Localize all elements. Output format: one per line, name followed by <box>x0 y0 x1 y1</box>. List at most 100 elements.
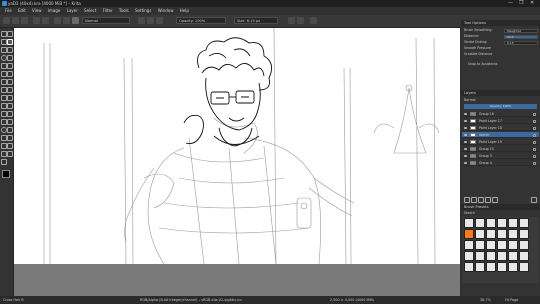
brush-preset-item[interactable] <box>475 229 485 239</box>
preserve-alpha-icon[interactable] <box>147 17 154 24</box>
polygon-tool-icon[interactable] <box>7 55 13 61</box>
lock-icon[interactable] <box>533 126 536 130</box>
opacity-slider[interactable]: Opacity: 100% <box>176 17 226 24</box>
bezier-tool-icon[interactable] <box>7 63 13 69</box>
move-layer-down-icon[interactable] <box>485 197 491 203</box>
brush-preset-item[interactable] <box>464 240 474 250</box>
visibility-eye-icon[interactable] <box>464 161 467 164</box>
duplicate-layer-icon[interactable] <box>471 197 477 203</box>
menu-filter[interactable]: Filter <box>103 8 113 13</box>
reload-preset-icon[interactable] <box>156 17 163 24</box>
brush-preset-item[interactable] <box>519 262 529 272</box>
menu-view[interactable]: View <box>32 8 42 13</box>
bezier-select-icon[interactable] <box>7 143 13 149</box>
open-document-icon[interactable] <box>12 17 19 24</box>
pattern-icon[interactable] <box>63 17 70 24</box>
visibility-eye-icon[interactable] <box>464 147 467 150</box>
lock-icon[interactable] <box>533 154 536 158</box>
scalable-distance-row[interactable]: Scalable Distance <box>464 52 538 57</box>
lock-icon[interactable] <box>533 161 536 165</box>
menu-tools[interactable]: Tools <box>119 8 129 13</box>
layer-row[interactable]: Paint Layer 19 <box>462 139 539 145</box>
lock-icon[interactable] <box>533 133 536 137</box>
save-icon[interactable] <box>21 17 28 24</box>
close-button[interactable]: ✕ <box>530 0 534 7</box>
dynamic-brush-icon[interactable] <box>7 71 13 77</box>
menu-help[interactable]: Help <box>180 8 189 13</box>
brush-preset-item[interactable] <box>464 229 474 239</box>
brush-preset-item[interactable] <box>475 251 485 261</box>
brush-preset-item[interactable] <box>497 262 507 272</box>
brush-preset-item[interactable] <box>464 262 474 272</box>
brush-preset-item[interactable] <box>508 251 518 261</box>
delete-layer-icon[interactable] <box>531 197 537 203</box>
gradient-icon[interactable] <box>54 17 61 24</box>
lock-icon[interactable] <box>533 140 536 144</box>
minimize-button[interactable]: — <box>508 0 513 7</box>
crop-tool-icon[interactable] <box>7 87 13 93</box>
menu-edit[interactable]: Edit <box>18 8 26 13</box>
brush-preset-item[interactable] <box>519 229 529 239</box>
drawing-canvas[interactable] <box>14 27 460 265</box>
eraser-mode-icon[interactable] <box>138 17 145 24</box>
visibility-eye-icon[interactable] <box>464 126 467 129</box>
size-slider[interactable]: Size: 6.15 px <box>234 17 278 24</box>
distance-slider[interactable]: 50.0 <box>504 34 538 39</box>
foreground-color-swatch[interactable] <box>2 170 10 178</box>
visibility-eye-icon[interactable] <box>464 154 467 157</box>
brush-tag-filter[interactable]: Sketch <box>464 211 538 216</box>
brush-preset-item[interactable] <box>519 251 529 261</box>
layer-row[interactable]: Group 3 <box>462 153 539 159</box>
menu-layer[interactable]: Layer <box>67 8 78 13</box>
brush-preset-item[interactable] <box>486 229 496 239</box>
brush-preset-item[interactable] <box>464 251 474 261</box>
rect-select-icon[interactable] <box>7 119 13 125</box>
brush-preset-item[interactable] <box>508 229 518 239</box>
smooth-pressure-row[interactable]: Smooth Pressure <box>464 46 538 51</box>
layer-row[interactable]: Group 16 <box>462 111 539 117</box>
menu-window[interactable]: Window <box>158 8 174 13</box>
lock-icon[interactable] <box>533 119 536 123</box>
layer-opacity-slider[interactable]: Opacity: 100% <box>464 104 537 109</box>
rectangle-tool-icon[interactable] <box>7 47 13 53</box>
zoom-level[interactable]: 38.7% <box>480 296 491 304</box>
layer-properties-icon[interactable] <box>492 197 498 203</box>
brush-preset-item[interactable] <box>497 218 507 228</box>
layer-row[interactable]: Group 4 <box>462 160 539 166</box>
brush-preset-item[interactable] <box>475 240 485 250</box>
transform-tool-icon[interactable] <box>7 79 13 85</box>
mirror-vertical-icon[interactable] <box>297 17 304 24</box>
visibility-eye-icon[interactable] <box>464 140 467 143</box>
stroke-ending-slider[interactable]: 0.15 <box>504 40 538 45</box>
brush-preset-item[interactable] <box>497 229 507 239</box>
visibility-eye-icon[interactable] <box>464 112 467 115</box>
brush-preset-item[interactable] <box>519 218 529 228</box>
layer-row-selected[interactable]: sketch <box>462 132 539 138</box>
brush-preset-item[interactable] <box>486 251 496 261</box>
freehand-brush-icon[interactable] <box>7 39 13 45</box>
text-tool-icon[interactable] <box>7 31 13 37</box>
brush-preset-item[interactable] <box>486 218 496 228</box>
workspace-icon[interactable] <box>310 17 317 24</box>
layer-row[interactable]: Paint Layer 17 <box>462 118 539 124</box>
brush-preset-item[interactable] <box>497 251 507 261</box>
redo-icon[interactable] <box>42 17 49 24</box>
visibility-eye-icon[interactable] <box>464 133 467 136</box>
measure-tool-icon[interactable] <box>7 111 13 117</box>
brush-preset-item[interactable] <box>475 218 485 228</box>
smart-patch-icon[interactable] <box>7 103 13 109</box>
menu-settings[interactable]: Settings <box>135 8 151 13</box>
fit-page-button[interactable]: Fit Page <box>505 296 518 304</box>
brush-preset-item[interactable] <box>508 240 518 250</box>
layer-row[interactable]: Group 15 <box>462 146 539 152</box>
brush-preset-item[interactable] <box>464 218 474 228</box>
menu-file[interactable]: File <box>5 8 12 13</box>
pan-tool-icon[interactable] <box>1 159 7 165</box>
add-layer-icon[interactable] <box>464 197 470 203</box>
blend-mode-select[interactable]: Normal <box>82 17 130 24</box>
brush-preset-item[interactable] <box>519 240 529 250</box>
layer-blend-mode[interactable]: Normal <box>464 98 538 103</box>
brush-preset-item[interactable] <box>508 218 518 228</box>
maximize-button[interactable]: ❐ <box>519 0 523 7</box>
layer-row[interactable]: Paint Layer 18 <box>462 125 539 131</box>
